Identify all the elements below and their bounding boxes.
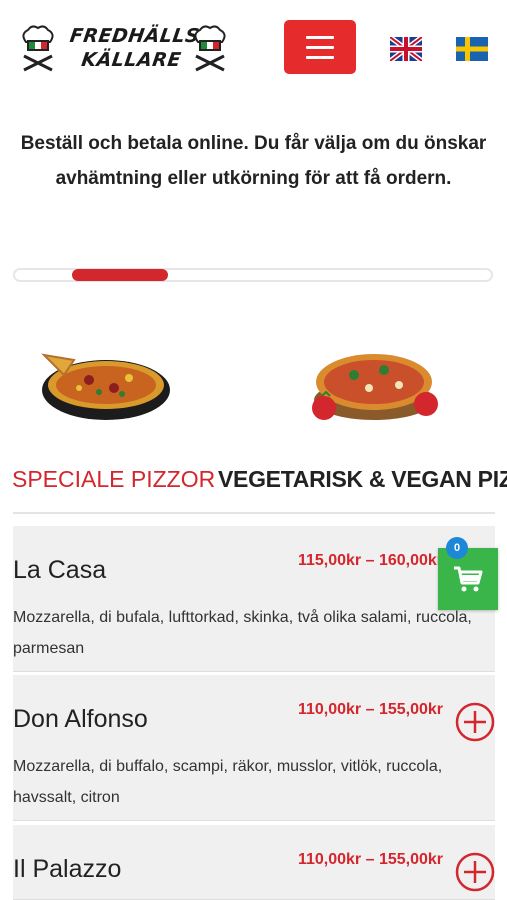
product-card[interactable]: Don Alfonso 110,00kr – 155,00kr Mozzarel…	[13, 675, 495, 821]
logo-line-1: FREDHÄLLS	[68, 25, 201, 47]
product-price: 110,00kr – 155,00kr	[297, 701, 443, 718]
swedish-flag-icon[interactable]	[456, 37, 488, 61]
category-image-vegetarisk[interactable]	[304, 330, 444, 430]
product-description: Mozzarella, di buffalo, scampi, räkor, m…	[13, 758, 443, 806]
product-price: 110,00kr – 155,00kr	[297, 851, 443, 868]
menu-button[interactable]	[284, 20, 356, 74]
tab-speciale-pizzor[interactable]: SPECIALE PIZZOR	[12, 462, 215, 496]
category-scroll-thumb[interactable]	[72, 269, 168, 281]
product-card[interactable]: Il Palazzo 110,00kr – 155,00kr	[13, 825, 495, 900]
product-name: Il Palazzo	[13, 855, 122, 883]
logo[interactable]: FREDHÄLLS KÄLLARE	[18, 18, 233, 80]
product-name: Don Alfonso	[13, 705, 148, 733]
product-name: La Casa	[13, 556, 107, 584]
logo-text: FREDHÄLLS KÄLLARE	[55, 24, 212, 72]
product-description: Mozzarella, di bufala, lufttorkad, skink…	[13, 609, 472, 657]
add-to-cart-icon[interactable]	[455, 852, 495, 892]
category-image-speciale[interactable]	[34, 330, 174, 430]
tab-divider	[13, 512, 495, 514]
hamburger-icon-bar	[306, 46, 334, 49]
intro-text: Beställ och betala online. Du får välja …	[20, 133, 487, 189]
cart-count-badge: 0	[446, 537, 468, 559]
add-to-cart-icon[interactable]	[455, 702, 495, 742]
cart-button[interactable]	[438, 548, 498, 610]
english-flag-icon[interactable]	[390, 37, 422, 61]
product-card[interactable]: La Casa 115,00kr – 160,00kr Mozzarella, …	[13, 526, 495, 672]
tab-vegetarisk-vegan[interactable]: VEGETARISK & VEGAN PIZ	[218, 462, 507, 496]
logo-line-2: KÄLLARE	[80, 49, 183, 71]
hamburger-icon	[306, 36, 334, 39]
chef-icon	[22, 25, 54, 72]
hamburger-icon-bar	[306, 56, 334, 59]
site-header: FREDHÄLLS KÄLLARE	[0, 0, 507, 100]
cart-icon	[454, 566, 483, 592]
chef-icon	[194, 25, 226, 72]
product-price: 115,00kr – 160,00kr	[297, 552, 443, 569]
